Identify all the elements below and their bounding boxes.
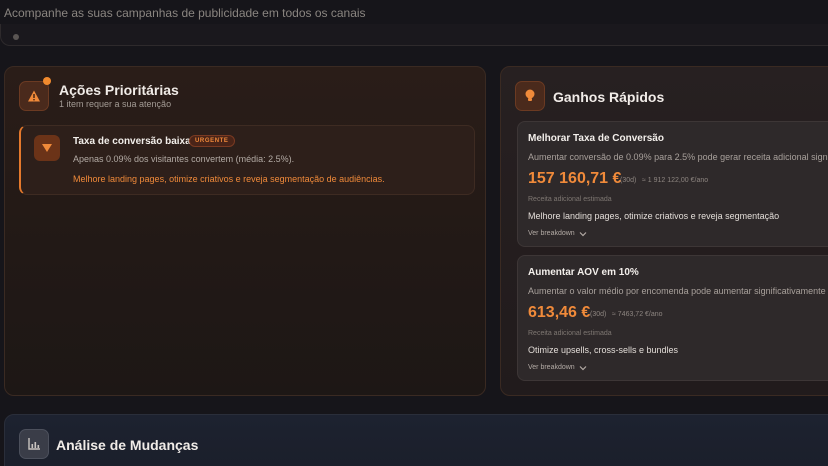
alert-recommendation: Melhore landing pages, otimize criativos… [73, 174, 385, 184]
priority-actions-panel: Ações Prioritárias 1 item requer a sua a… [4, 66, 486, 396]
gain-period: (30d) [590, 311, 607, 318]
gain-yearly: ≈ 7463,72 €/ano [612, 311, 663, 318]
change-analysis-title: Análise de Mudanças [56, 437, 199, 453]
alert-title: Taxa de conversão baixa [73, 136, 191, 147]
priority-actions-title: Ações Prioritárias [59, 82, 179, 98]
breakdown-label: Ver breakdown [528, 230, 575, 237]
view-breakdown-button[interactable]: Ver breakdown [528, 364, 587, 371]
view-breakdown-button[interactable]: Ver breakdown [528, 230, 587, 237]
gain-action: Melhore landing pages, otimize criativos… [528, 211, 780, 221]
gain-label: Receita adicional estimada [528, 330, 612, 337]
gain-label: Receita adicional estimada [528, 196, 612, 203]
gain-action: Otimize upsells, cross-sells e bundles [528, 345, 679, 355]
priority-actions-subtitle: 1 item requer a sua atenção [59, 99, 172, 109]
alert-description: Apenas 0.09% dos visitantes convertem (m… [73, 154, 295, 164]
urgent-badge: URGENTE [189, 135, 235, 147]
bar-chart-icon [19, 429, 49, 459]
notification-dot [43, 77, 51, 85]
breakdown-label: Ver breakdown [528, 364, 575, 371]
funnel-icon [34, 135, 60, 161]
gain-value: 157 160,71 € [528, 170, 622, 187]
quick-wins-panel: Ganhos Rápidos Melhorar Taxa de Conversã… [500, 66, 828, 396]
gain-yearly: ≈ 1 912 122,00 €/ano [642, 177, 709, 184]
strip-dot [13, 34, 19, 40]
gain-card[interactable]: Aumentar AOV em 10% Aumentar o valor méd… [517, 255, 828, 381]
chevron-down-icon [579, 365, 587, 370]
gain-description: Aumentar conversão de 0.09% para 2.5% po… [528, 152, 828, 162]
gain-value: 613,46 € [528, 304, 591, 321]
gain-period: (30d) [620, 177, 637, 184]
gain-title: Melhorar Taxa de Conversão [528, 133, 664, 144]
gain-card[interactable]: Melhorar Taxa de Conversão Aumentar conv… [517, 121, 828, 247]
top-summary-strip [0, 24, 828, 46]
gain-title: Aumentar AOV em 10% [528, 267, 639, 278]
change-analysis-panel: Análise de Mudanças [4, 414, 828, 466]
alert-card[interactable]: Taxa de conversão baixa URGENTE Apenas 0… [19, 125, 475, 195]
warning-icon [19, 81, 49, 111]
gain-description: Aumentar o valor médio por encomenda pod… [528, 286, 828, 296]
lightbulb-icon [515, 81, 545, 111]
quick-wins-title: Ganhos Rápidos [553, 89, 665, 105]
chevron-down-icon [579, 231, 587, 236]
